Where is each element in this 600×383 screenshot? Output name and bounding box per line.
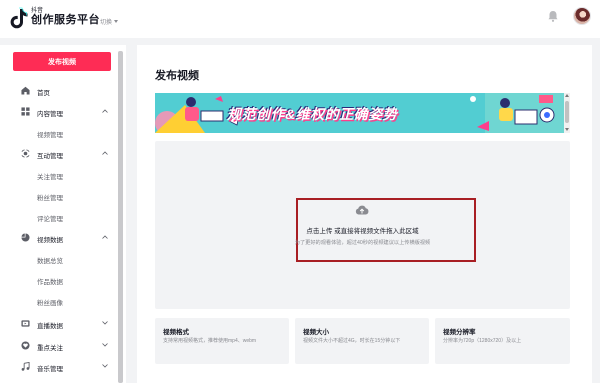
sidebar-item-label: 重点关注 bbox=[37, 345, 63, 352]
spec-card-format: 视频格式 支持常用视频格式，推荐使用mp4、webm bbox=[155, 318, 289, 364]
chevron-up-icon bbox=[102, 151, 108, 155]
chevron-down-icon bbox=[102, 321, 108, 325]
main-panel: 发布视频 规范创作&维权的正确姿势 点击上传 或直接将视频文件拖入此区域 为了更… bbox=[137, 45, 592, 383]
banner-headline: 规范创作&维权的正确姿势 bbox=[227, 106, 398, 122]
heart-icon bbox=[21, 341, 30, 350]
page-title: 发布视频 bbox=[155, 70, 199, 82]
video-upload-dropzone[interactable]: 点击上传 或直接将视频文件拖入此区域 为了更好的观看体验，超过40秒的视频建议以… bbox=[155, 141, 570, 309]
sidebar-subitem-label: 视频管理 bbox=[37, 132, 63, 139]
sidebar-item-label: 互动管理 bbox=[37, 153, 63, 160]
spec-title: 视频分辨率 bbox=[443, 329, 476, 336]
chevron-up-icon bbox=[102, 235, 108, 239]
caret-down-icon bbox=[114, 20, 119, 23]
sidebar-item-video-management[interactable]: 视频管理 bbox=[0, 122, 118, 143]
scroll-down-arrow-icon[interactable] bbox=[565, 128, 569, 131]
chevron-up-icon bbox=[102, 109, 108, 113]
spec-card-resolution: 视频分辨率 分辨率为720p（1280x720）及以上 bbox=[435, 318, 570, 364]
pie-chart-icon bbox=[21, 233, 30, 242]
sidebar-item-fans-management[interactable]: 粉丝管理 bbox=[0, 185, 118, 206]
sidebar-item-label: 音乐管理 bbox=[37, 366, 63, 373]
sidebar-item-home[interactable]: 首页 bbox=[0, 80, 118, 101]
sidebar: 发布视频 首页 内容管理 视频管理 互动管理 关注管理 粉丝管理 评论管理 视频… bbox=[0, 45, 126, 383]
douyin-logo-icon[interactable] bbox=[9, 7, 29, 31]
spec-card-size: 视频大小 视频文件大小不超过4G，时长在15分钟以下 bbox=[295, 318, 429, 364]
sidebar-subitem-label: 粉丝画像 bbox=[37, 300, 63, 307]
sidebar-item-music-management[interactable]: 音乐管理 bbox=[0, 356, 118, 377]
sidebar-scrollbar[interactable] bbox=[118, 51, 123, 383]
sidebar-item-label: 直播数据 bbox=[37, 323, 63, 330]
sidebar-item-label: 视频数据 bbox=[37, 237, 63, 244]
upload-instruction[interactable]: 点击上传 或直接将视频文件拖入此区域 bbox=[155, 225, 570, 235]
chevron-down-icon bbox=[102, 343, 108, 347]
sidebar-item-fans-portrait[interactable]: 粉丝画像 bbox=[0, 290, 118, 311]
sidebar-item-label: 首页 bbox=[37, 90, 50, 97]
top-header: 抖音 创作服务平台 切换 bbox=[0, 0, 600, 38]
switch-label: 切换 bbox=[100, 20, 113, 26]
home-icon bbox=[21, 86, 30, 95]
sidebar-subitem-label: 粉丝管理 bbox=[37, 195, 63, 202]
switch-dropdown[interactable]: 切换 bbox=[100, 17, 119, 26]
banner-scrollbar[interactable] bbox=[564, 93, 570, 133]
sidebar-item-works-data[interactable]: 作品数据 bbox=[0, 269, 118, 290]
sidebar-subitem-label: 关注管理 bbox=[37, 174, 63, 181]
sidebar-item-key-focus[interactable]: 重点关注 bbox=[0, 335, 118, 356]
scroll-up-arrow-icon[interactable] bbox=[565, 94, 569, 97]
upload-hint: 为了更好的观看体验，超过40秒的视频建议以上传横版视频 bbox=[294, 240, 431, 246]
interaction-icon bbox=[21, 149, 30, 158]
sidebar-item-video-data[interactable]: 视频数据 bbox=[0, 227, 118, 248]
sidebar-item-label: 内容管理 bbox=[37, 111, 63, 118]
live-icon bbox=[21, 320, 30, 327]
sidebar-subitem-label: 数据总览 bbox=[37, 258, 63, 265]
sidebar-item-comment-management[interactable]: 评论管理 bbox=[0, 206, 118, 227]
spec-title: 视频格式 bbox=[163, 329, 189, 336]
spec-description: 视频文件大小不超过4G，时长在15分钟以下 bbox=[303, 338, 401, 344]
spec-description: 支持常用视频格式，推荐使用mp4、webm bbox=[163, 338, 257, 344]
brand-title[interactable]: 创作服务平台 bbox=[31, 14, 100, 27]
sidebar-subitem-label: 评论管理 bbox=[37, 216, 63, 223]
scroll-thumb[interactable] bbox=[565, 101, 569, 123]
chevron-down-icon bbox=[102, 364, 108, 368]
sidebar-item-data-overview[interactable]: 数据总览 bbox=[0, 248, 118, 269]
sidebar-item-live-data[interactable]: 直播数据 bbox=[0, 313, 118, 334]
spec-description: 分辨率为720p（1280x720）及以上 bbox=[443, 338, 522, 344]
sidebar-subitem-label: 作品数据 bbox=[37, 279, 63, 286]
sidebar-item-content-management[interactable]: 内容管理 bbox=[0, 101, 118, 122]
publish-video-button[interactable]: 发布视频 bbox=[13, 52, 111, 71]
cloud-upload-icon bbox=[355, 205, 369, 215]
user-avatar[interactable] bbox=[573, 7, 591, 25]
sidebar-item-follow-management[interactable]: 关注管理 bbox=[0, 164, 118, 185]
music-icon bbox=[21, 362, 30, 371]
bell-icon[interactable] bbox=[548, 10, 558, 22]
grid-icon bbox=[21, 107, 30, 116]
promo-banner[interactable]: 规范创作&维权的正确姿势 bbox=[155, 93, 564, 133]
sidebar-item-interaction-management[interactable]: 互动管理 bbox=[0, 143, 118, 164]
spec-title: 视频大小 bbox=[303, 329, 329, 336]
